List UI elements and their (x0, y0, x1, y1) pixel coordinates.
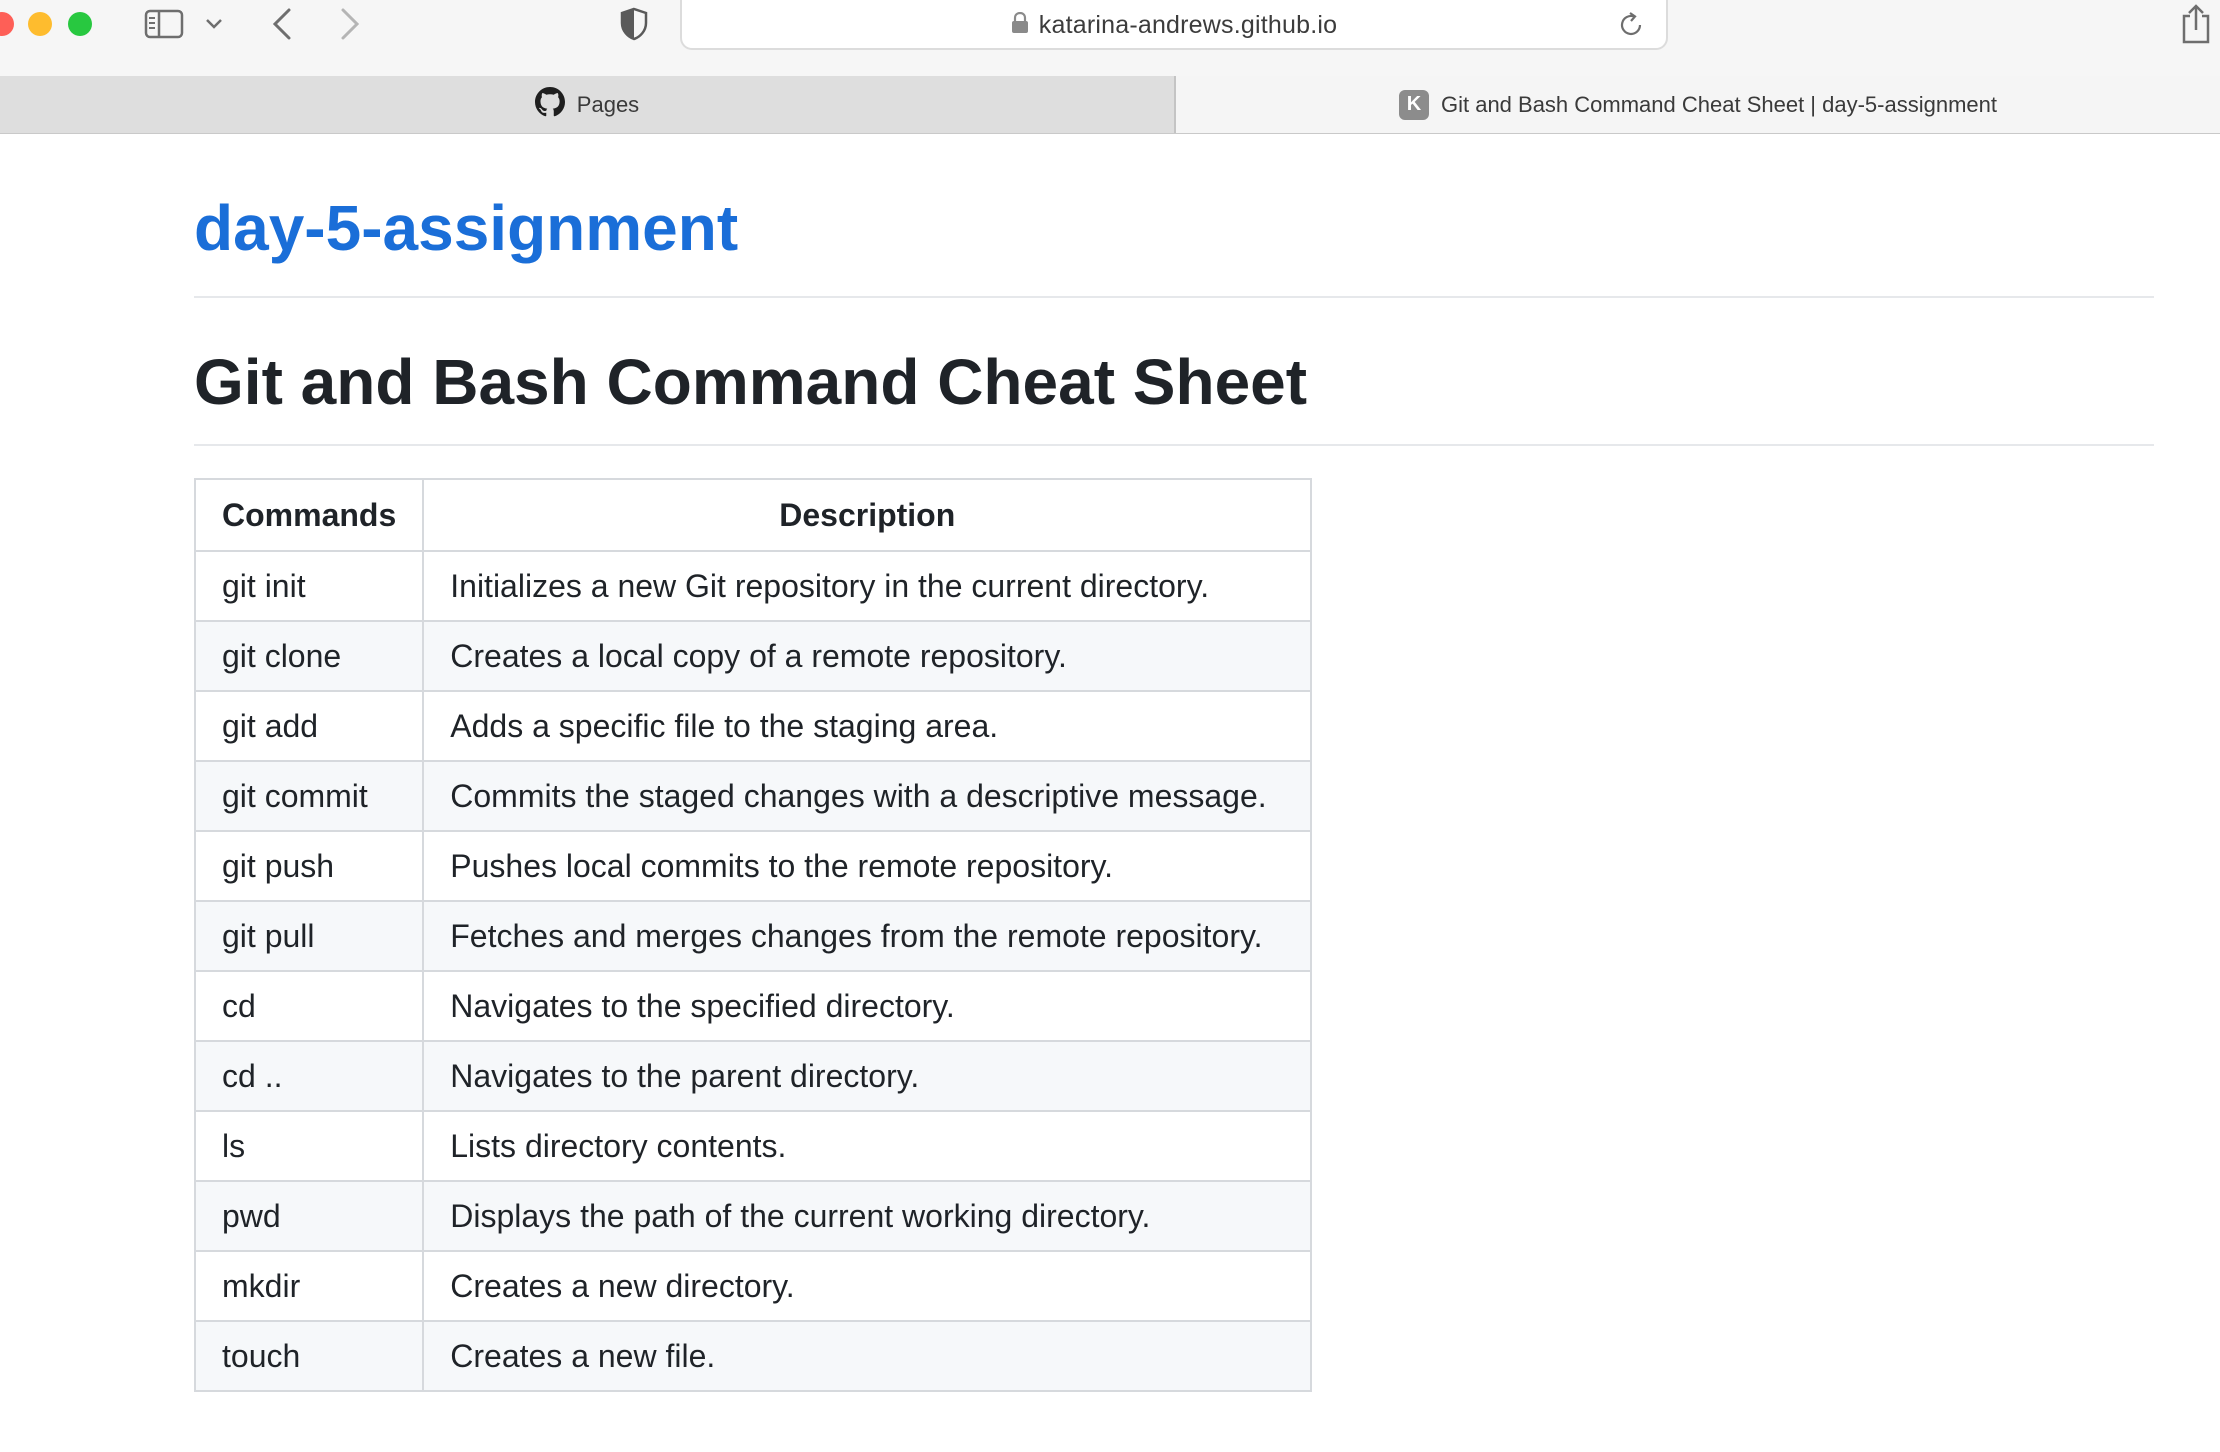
description-cell: Creates a local copy of a remote reposit… (422, 620, 1313, 692)
reload-icon[interactable] (1616, 10, 1646, 40)
command-cell: cd .. (193, 1040, 425, 1112)
tab-cheat-sheet[interactable]: K Git and Bash Command Cheat Sheet | day… (1176, 76, 2220, 133)
description-cell: Fetches and merges changes from the remo… (422, 900, 1313, 972)
command-cell: mkdir (193, 1250, 425, 1322)
description-cell: Commits the staged changes with a descri… (422, 760, 1313, 832)
tab-pages[interactable]: Pages (0, 76, 1176, 133)
page-title: Git and Bash Command Cheat Sheet (194, 346, 1308, 418)
divider (194, 296, 2154, 298)
divider (194, 444, 2154, 446)
sidebar-toggle-icon[interactable] (140, 2, 188, 46)
site-favicon: K (1398, 89, 1429, 120)
table-row: git commit Commits the staged changes wi… (193, 760, 1313, 832)
description-cell: Creates a new file. (422, 1320, 1313, 1392)
browser-toolbar: katarina-andrews.github.io (0, 0, 2220, 76)
description-cell: Pushes local commits to the remote repos… (422, 830, 1313, 902)
zoom-window-button[interactable] (68, 12, 92, 36)
table-row: cd Navigates to the specified directory. (193, 970, 1313, 1042)
github-icon (534, 86, 565, 123)
command-cell: git push (193, 830, 425, 902)
description-cell: Lists directory contents. (422, 1110, 1313, 1182)
column-header-description: Description (422, 478, 1313, 552)
description-cell: Displays the path of the current working… (422, 1180, 1313, 1252)
table-row: cd .. Navigates to the parent directory. (193, 1040, 1313, 1112)
command-cell: git commit (193, 760, 425, 832)
description-cell: Navigates to the parent directory. (422, 1040, 1313, 1112)
table-row: ls Lists directory contents. (193, 1110, 1313, 1182)
tab-bar: Pages K Git and Bash Command Cheat Sheet… (0, 76, 2220, 134)
table-row: pwd Displays the path of the current wor… (193, 1180, 1313, 1252)
back-arrow-icon[interactable] (262, 2, 302, 46)
table-row: mkdir Creates a new directory. (193, 1250, 1313, 1322)
description-cell: Adds a specific file to the staging area… (422, 690, 1313, 762)
tab-label: Pages (576, 91, 640, 117)
chevron-down-icon[interactable] (200, 2, 228, 46)
address-bar[interactable]: katarina-andrews.github.io (680, 0, 1668, 50)
command-cell: ls (193, 1110, 425, 1182)
tab-label: Git and Bash Command Cheat Sheet | day-5… (1440, 91, 1997, 117)
privacy-shield-icon[interactable] (614, 2, 654, 46)
command-cell: git init (193, 550, 425, 622)
share-icon[interactable] (2180, 2, 2220, 46)
minimize-window-button[interactable] (28, 12, 52, 36)
table-row: git init Initializes a new Git repositor… (193, 550, 1313, 622)
command-cell: git clone (193, 620, 425, 692)
description-cell: Creates a new directory. (422, 1250, 1313, 1322)
description-cell: Navigates to the specified directory. (422, 970, 1313, 1042)
command-cell: cd (193, 970, 425, 1042)
url-text: katarina-andrews.github.io (1038, 10, 1338, 39)
close-window-button[interactable] (0, 12, 14, 36)
command-table: Commands Description git init Initialize… (193, 478, 1313, 1392)
command-cell: pwd (193, 1180, 425, 1252)
table-row: git add Adds a specific file to the stag… (193, 690, 1313, 762)
lock-icon (1011, 11, 1029, 39)
command-cell: git add (193, 690, 425, 762)
command-cell: touch (193, 1320, 425, 1392)
site-title-link[interactable]: day-5-assignment (194, 196, 738, 260)
table-header-row: Commands Description (193, 478, 1313, 552)
table-row: git clone Creates a local copy of a remo… (193, 620, 1313, 692)
table-row: git pull Fetches and merges changes from… (193, 900, 1313, 972)
command-cell: git pull (193, 900, 425, 972)
column-header-commands: Commands (193, 478, 425, 552)
table-row: git push Pushes local commits to the rem… (193, 830, 1313, 902)
description-cell: Initializes a new Git repository in the … (422, 550, 1313, 622)
forward-arrow-icon[interactable] (330, 2, 370, 46)
table-row: touch Creates a new file. (193, 1320, 1313, 1392)
